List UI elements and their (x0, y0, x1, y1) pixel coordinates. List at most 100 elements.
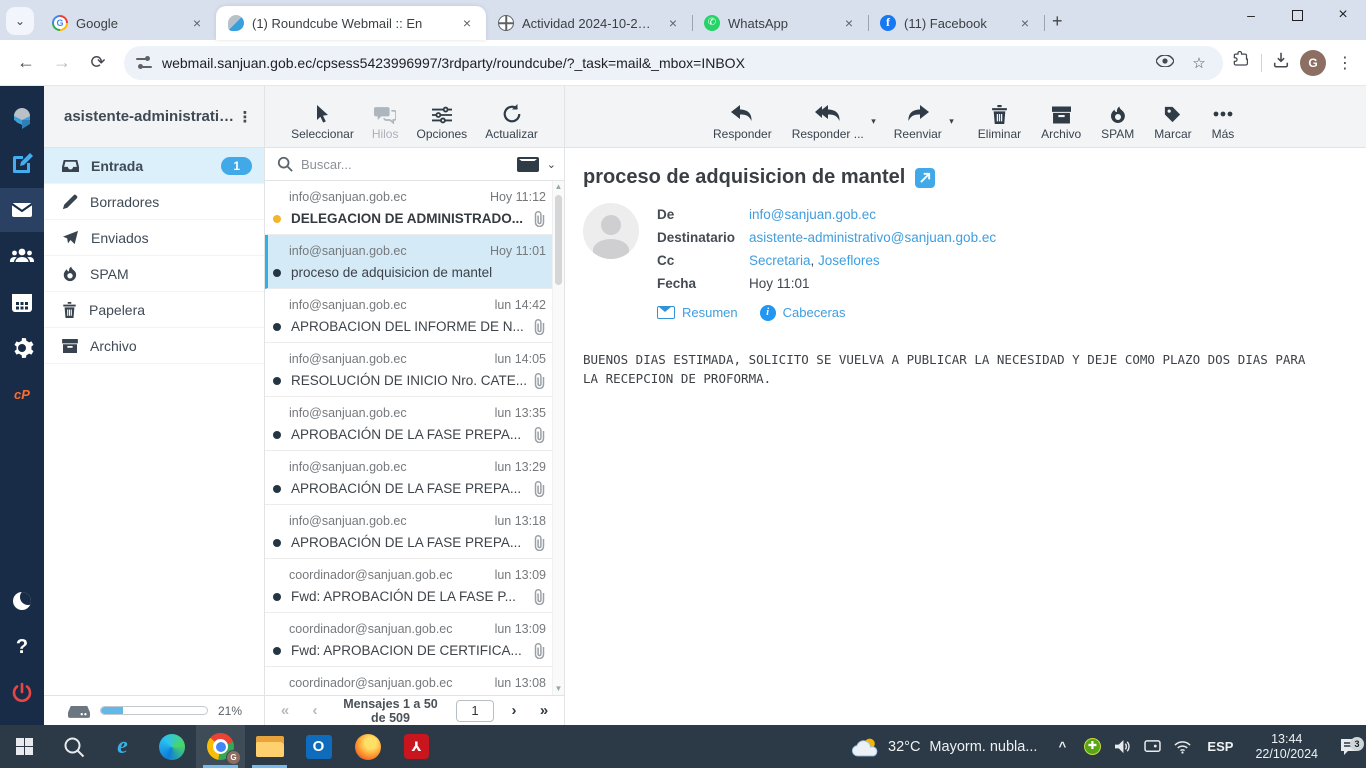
settings-gear-icon[interactable] (0, 326, 44, 370)
contacts-icon[interactable] (0, 234, 44, 278)
options-button[interactable]: Opciones (416, 106, 467, 141)
tab-whatsapp[interactable]: ✆ WhatsApp × (692, 6, 869, 40)
summary-action[interactable]: Resumen (657, 301, 738, 324)
reading-mode-eye-icon[interactable] (1153, 54, 1177, 71)
list-item[interactable]: info@sanjuan.gob.ec Hoy 11:12 DELEGACION … (265, 181, 552, 235)
tab-roundcube-active[interactable]: (1) Roundcube Webmail :: En × (216, 6, 486, 40)
downloads-icon[interactable] (1272, 51, 1290, 74)
last-page-button[interactable]: » (534, 702, 554, 719)
list-item[interactable]: coordinador@sanjuan.gob.ec lun 13:09 Fwd:… (265, 559, 552, 613)
next-page-button[interactable]: › (504, 702, 524, 719)
reply-button[interactable]: Responder (713, 104, 772, 141)
taskbar-search-button[interactable] (49, 725, 98, 768)
forward-button[interactable]: Reenviar ▾ (894, 104, 954, 141)
tab-actividad[interactable]: Actividad 2024-10-22 08:00: × (486, 6, 693, 40)
scroll-up-icon[interactable]: ▲ (553, 181, 564, 193)
notification-center-icon[interactable]: 3 (1332, 736, 1366, 756)
volume-icon[interactable] (1109, 739, 1135, 754)
tab-close-icon[interactable]: × (664, 14, 682, 32)
maximize-button[interactable] (1274, 0, 1320, 30)
calendar-icon[interactable] (0, 280, 44, 324)
account-menu-icon[interactable]: ⋮ (236, 108, 254, 126)
reply-all-caret-icon[interactable]: ▾ (871, 116, 876, 127)
forward-caret-icon[interactable]: ▾ (949, 116, 954, 127)
acrobat-icon[interactable]: ⅄ (392, 725, 441, 768)
folder-trash[interactable]: Papelera (44, 292, 264, 328)
list-item[interactable]: coordinador@sanjuan.gob.ec lun 13:08 (265, 667, 552, 695)
from-address-link[interactable]: info@sanjuan.gob.ec (749, 207, 876, 222)
first-page-button[interactable]: « (275, 702, 295, 719)
clock[interactable]: 13:44 22/10/2024 (1245, 732, 1328, 762)
logout-power-icon[interactable] (0, 671, 44, 715)
forward-button[interactable]: → (46, 47, 78, 79)
browser-menu-icon[interactable]: ⋮ (1336, 53, 1354, 73)
more-button[interactable]: Más (1212, 104, 1234, 141)
tab-close-icon[interactable]: × (458, 14, 476, 32)
threads-button[interactable]: Hilos (372, 105, 398, 141)
cc-link-2[interactable]: Joseflores (818, 253, 880, 268)
site-info-icon[interactable] (136, 56, 152, 70)
extensions-icon[interactable] (1233, 50, 1251, 74)
profile-avatar[interactable]: G (1300, 49, 1326, 76)
prev-page-button[interactable]: ‹ (305, 702, 325, 719)
dark-mode-moon-icon[interactable] (0, 579, 44, 623)
search-scope-icon[interactable] (516, 156, 539, 172)
list-scrollbar[interactable]: ▲ ▼ (552, 181, 564, 695)
close-window-button[interactable]: × (1320, 0, 1366, 30)
firefox-icon[interactable] (343, 725, 392, 768)
list-item[interactable]: coordinador@sanjuan.gob.ec lun 13:09 Fwd:… (265, 613, 552, 667)
wifi-icon[interactable] (1169, 740, 1195, 754)
internet-explorer-icon[interactable]: e (98, 725, 147, 768)
list-item[interactable]: info@sanjuan.gob.ec lun 13:29 APROBACIÓN … (265, 451, 552, 505)
address-bar[interactable]: webmail.sanjuan.gob.ec/cpsess5423996997/… (124, 45, 1223, 80)
archive-button[interactable]: Archivo (1041, 106, 1081, 141)
display-connect-icon[interactable] (1139, 739, 1165, 754)
url-text[interactable]: webmail.sanjuan.gob.ec/cpsess5423996997/… (162, 55, 1143, 71)
mark-button[interactable]: Marcar (1154, 105, 1192, 141)
folder-drafts[interactable]: Borradores (44, 184, 264, 220)
to-address-link[interactable]: asistente-administrativo@sanjuan.gob.ec (749, 230, 996, 245)
outlook-icon[interactable]: O (294, 725, 343, 768)
back-button[interactable]: ← (10, 47, 42, 79)
mail-icon[interactable] (0, 188, 44, 232)
search-options-chevron-icon[interactable]: ⌄ (547, 158, 556, 171)
edge-icon[interactable] (147, 725, 196, 768)
delete-button[interactable]: Eliminar (978, 105, 1021, 141)
help-icon[interactable]: ? (0, 625, 44, 669)
tab-search-button[interactable]: ⌄ (6, 7, 34, 35)
bookmark-star-icon[interactable]: ☆ (1187, 54, 1211, 72)
reply-all-button[interactable]: Responder ... ▾ (792, 104, 876, 141)
spam-button[interactable]: SPAM (1101, 106, 1134, 141)
tab-close-icon[interactable]: × (188, 14, 206, 32)
roundcube-logo-icon[interactable] (0, 96, 44, 140)
keyboard-language[interactable]: ESP (1199, 739, 1241, 754)
open-in-new-window-icon[interactable] (915, 167, 936, 188)
reload-button[interactable]: ⟳ (82, 47, 114, 79)
list-item[interactable]: info@sanjuan.gob.ec lun 14:05 RESOLUCIÓN … (265, 343, 552, 397)
scrollbar-thumb[interactable] (555, 195, 562, 285)
tab-close-icon[interactable]: × (1016, 14, 1034, 32)
start-button[interactable] (0, 725, 49, 768)
folder-archive[interactable]: Archivo (44, 328, 264, 364)
tab-google[interactable]: Google × (40, 6, 217, 40)
cc-link-1[interactable]: Secretaria (749, 253, 811, 268)
file-explorer-icon[interactable] (245, 725, 294, 768)
antivirus-icon[interactable]: ✚ (1079, 738, 1105, 755)
folder-spam[interactable]: SPAM (44, 256, 264, 292)
page-number-input[interactable] (456, 699, 494, 722)
list-item[interactable]: info@sanjuan.gob.ec Hoy 11:01 proceso de … (265, 235, 552, 289)
tab-facebook[interactable]: f (11) Facebook × (868, 6, 1045, 40)
headers-action[interactable]: i Cabeceras (759, 301, 846, 324)
list-item[interactable]: info@sanjuan.gob.ec lun 13:35 APROBACIÓN … (265, 397, 552, 451)
minimize-button[interactable]: – (1228, 0, 1274, 30)
weather-widget[interactable]: 32°C Mayorm. nubla... (839, 737, 1049, 757)
cpanel-icon[interactable]: cP (0, 372, 44, 416)
select-button[interactable]: Seleccionar (291, 104, 354, 141)
search-input[interactable] (301, 156, 509, 172)
new-tab-button[interactable]: + (1052, 11, 1063, 32)
compose-icon[interactable] (0, 142, 44, 186)
refresh-button[interactable]: Actualizar (485, 104, 538, 141)
chrome-icon[interactable]: G (196, 725, 245, 768)
tab-close-icon[interactable]: × (840, 14, 858, 32)
list-item[interactable]: info@sanjuan.gob.ec lun 14:42 APROBACION … (265, 289, 552, 343)
